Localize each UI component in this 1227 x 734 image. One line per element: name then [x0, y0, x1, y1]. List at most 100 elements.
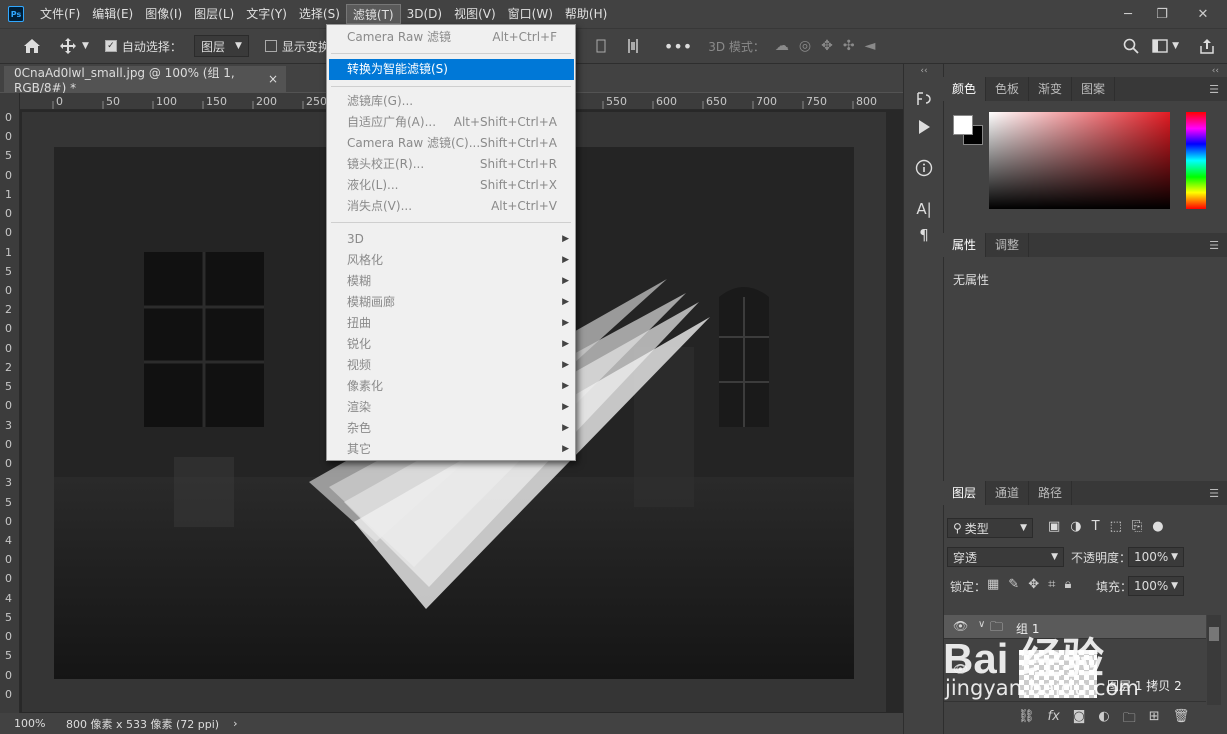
tab-color[interactable]: 颜色 [943, 77, 987, 101]
adjustment-filter-icon[interactable]: ◑ [1070, 519, 1081, 534]
menu-item-blur[interactable]: 模糊 ▶ [327, 271, 575, 292]
tab-swatches[interactable]: 色板 [986, 77, 1030, 101]
move-tool-icon[interactable]: ▼ [60, 38, 89, 54]
layers-scrollbar[interactable] [1207, 615, 1221, 705]
menu-window[interactable]: 窗口(W) [502, 4, 559, 24]
menu-file[interactable]: 文件(F) [34, 4, 86, 24]
fx-icon[interactable]: fx [1048, 709, 1060, 731]
3d-roll-icon[interactable]: ◎ [799, 38, 811, 54]
menu-item-stylize[interactable]: 风格化 ▶ [327, 250, 575, 271]
workspace-icon[interactable]: ▼ [1152, 39, 1179, 53]
menu-item-camera-raw[interactable]: Camera Raw 滤镜 Alt+Ctrl+F [327, 27, 575, 48]
fill-input[interactable]: 100% ▼ [1128, 576, 1184, 596]
actions-play-icon[interactable] [915, 118, 933, 136]
align-icon[interactable] [594, 38, 608, 54]
tab-layers[interactable]: 图层 [943, 481, 987, 505]
menu-item-sharpen[interactable]: 锐化 ▶ [327, 334, 575, 355]
menu-item-3d[interactable]: 3D ▶ [327, 229, 575, 250]
lock-all-icon[interactable]: 🔒︎ [1064, 577, 1071, 592]
chevron-down-icon[interactable]: ▼ [1171, 552, 1178, 562]
3d-camera-icon[interactable]: ◄ [865, 38, 876, 54]
link-layers-icon[interactable]: ⛓ [1018, 709, 1035, 731]
color-picker-field[interactable] [989, 112, 1170, 209]
lock-brush-icon[interactable]: ✎ [1008, 577, 1019, 592]
menu-item-noise[interactable]: 杂色 ▶ [327, 418, 575, 439]
menu-item-distort[interactable]: 扭曲 ▶ [327, 313, 575, 334]
smart-object-filter-icon[interactable]: ⎘ [1132, 519, 1142, 534]
auto-select-checkbox[interactable]: ✓ 自动选择： [104, 38, 182, 55]
menu-image[interactable]: 图像(I) [139, 4, 188, 24]
chevron-down-icon[interactable]: ▼ [1172, 41, 1179, 51]
tab-patterns[interactable]: 图案 [1072, 77, 1116, 101]
menu-item-blur-gallery[interactable]: 模糊画廊 ▶ [327, 292, 575, 313]
3d-orbit-icon[interactable]: ☁ [775, 38, 789, 54]
tab-paths[interactable]: 路径 [1029, 481, 1073, 505]
menu-3d[interactable]: 3D(D) [401, 4, 448, 24]
menu-item-vanishing-point[interactable]: 消失点(V)... Alt+Ctrl+V [327, 196, 575, 217]
history-icon[interactable] [915, 90, 933, 108]
status-menu-arrow-icon[interactable]: › [233, 717, 237, 730]
menu-item-adaptive-wide-angle[interactable]: 自适应广角(A)... Alt+Shift+Ctrl+A [327, 112, 575, 133]
tab-channels[interactable]: 通道 [986, 481, 1030, 505]
foreground-color-swatch[interactable] [953, 115, 973, 135]
zoom-level[interactable]: 100% [14, 717, 56, 730]
menu-help[interactable]: 帮助(H) [559, 4, 613, 24]
delete-layer-icon[interactable]: 🗑︎ [1173, 709, 1190, 731]
auto-select-target-dropdown[interactable]: 图层 ▼ [193, 35, 249, 57]
type-filter-icon[interactable]: T [1092, 519, 1100, 534]
menu-filter[interactable]: 滤镜(T) [345, 4, 401, 24]
3d-pan-icon[interactable]: ✥ [821, 38, 833, 54]
menu-item-lens-correction[interactable]: 镜头校正(R)... Shift+Ctrl+R [327, 154, 575, 175]
minimize-button[interactable]: ─ [1111, 0, 1145, 28]
collapse-panels-icon[interactable]: ‹‹ [915, 66, 933, 84]
restore-button[interactable]: ❐ [1145, 0, 1179, 28]
chevron-down-icon[interactable]: ▼ [1171, 581, 1178, 591]
scrollbar-thumb[interactable] [1209, 627, 1219, 641]
close-window-button[interactable]: ✕ [1179, 0, 1227, 28]
menu-item-liquify[interactable]: 液化(L)... Shift+Ctrl+X [327, 175, 575, 196]
blend-mode-dropdown[interactable]: 穿透 ▼ [947, 547, 1064, 567]
panel-menu-icon[interactable]: ☰ [1209, 83, 1219, 96]
menu-item-pixelate[interactable]: 像素化 ▶ [327, 376, 575, 397]
lock-transparent-icon[interactable]: ▦ [987, 577, 999, 592]
pixel-filter-icon[interactable]: ▣ [1048, 519, 1060, 534]
shape-filter-icon[interactable]: ⬚ [1110, 519, 1122, 534]
search-icon[interactable] [1123, 38, 1139, 54]
panel-menu-icon[interactable]: ☰ [1209, 487, 1219, 500]
menu-item-render[interactable]: 渲染 ▶ [327, 397, 575, 418]
menu-layer[interactable]: 图层(L) [188, 4, 240, 24]
hue-slider[interactable] [1186, 112, 1206, 209]
menu-edit[interactable]: 编辑(E) [86, 4, 139, 24]
tab-adjustments[interactable]: 调整 [986, 233, 1030, 257]
chevron-down-icon[interactable]: ▼ [82, 41, 89, 51]
opacity-input[interactable]: 100% ▼ [1128, 547, 1184, 567]
checkbox-checked-icon[interactable]: ✓ [104, 40, 117, 52]
menu-select[interactable]: 选择(S) [293, 4, 346, 24]
menu-item-convert-smart-filter[interactable]: 转换为智能滤镜(S) [329, 59, 574, 80]
info-icon[interactable] [915, 159, 933, 177]
menu-item-filter-gallery[interactable]: 滤镜库(G)... [327, 91, 575, 112]
checkbox-unchecked-icon[interactable] [264, 40, 277, 52]
menu-view[interactable]: 视图(V) [448, 4, 502, 24]
menu-type[interactable]: 文字(Y) [240, 4, 293, 24]
share-icon[interactable] [1199, 38, 1215, 54]
menu-item-video[interactable]: 视频 ▶ [327, 355, 575, 376]
character-icon[interactable]: A| [915, 200, 933, 218]
layer-filter-dropdown[interactable]: ⚲ 类型 ▼ [947, 518, 1033, 538]
tab-properties[interactable]: 属性 [943, 233, 987, 257]
distribute-icon[interactable] [626, 38, 640, 54]
lock-position-icon[interactable]: ✥ [1028, 577, 1039, 592]
3d-slide-icon[interactable]: ✣ [843, 38, 855, 54]
paragraph-icon[interactable]: ¶ [915, 226, 933, 244]
tab-gradients[interactable]: 渐变 [1029, 77, 1073, 101]
lock-artboard-icon[interactable]: ⌗ [1048, 577, 1055, 592]
menu-item-other[interactable]: 其它 ▶ [327, 439, 575, 460]
add-mask-icon[interactable]: ◙ [1073, 709, 1086, 731]
collapse-right-icon[interactable]: ‹‹ [1212, 66, 1219, 76]
new-layer-icon[interactable]: ⊞ [1149, 709, 1160, 731]
menu-item-camera-raw-c[interactable]: Camera Raw 滤镜(C)... Shift+Ctrl+A [327, 133, 575, 154]
home-icon[interactable] [12, 38, 52, 54]
panel-menu-icon[interactable]: ☰ [1209, 239, 1219, 252]
filter-toggle-icon[interactable]: ● [1152, 519, 1163, 534]
new-group-icon[interactable]: 🗀 [1123, 709, 1136, 731]
